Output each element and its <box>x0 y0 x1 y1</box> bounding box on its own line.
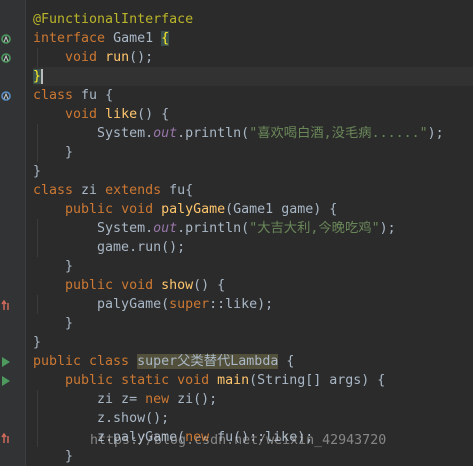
code-token: public void <box>65 278 162 293</box>
code-token: public static void <box>65 373 218 388</box>
code-line[interactable]: class zi extends fu{ <box>33 181 473 200</box>
code-line[interactable]: } <box>33 447 473 466</box>
code-token: interface <box>33 31 114 46</box>
code-token: } <box>33 335 42 350</box>
code-token: z.palyGame( <box>33 430 186 445</box>
code-token: System. <box>33 126 154 141</box>
code-line[interactable]: palyGame(super::like); <box>33 295 473 314</box>
code-token: @FunctionalInterface <box>33 12 194 27</box>
code-token: class <box>33 183 82 198</box>
code-token: } <box>33 69 42 84</box>
code-token: zi(); <box>177 392 218 407</box>
implemented-method-icon[interactable] <box>1 52 11 63</box>
text-caret <box>41 68 44 84</box>
code-line[interactable]: void like() { <box>33 105 473 124</box>
code-token: extends <box>105 183 170 198</box>
code-token: class <box>33 88 82 103</box>
code-token: { <box>161 31 170 46</box>
code-token: game.run(); <box>33 240 186 255</box>
code-token: palyGame( <box>33 297 170 312</box>
code-area[interactable]: @FunctionalInterface interface Game1 { vo… <box>33 10 473 466</box>
code-line[interactable]: } <box>33 257 473 276</box>
code-line[interactable]: @FunctionalInterface <box>33 10 473 29</box>
code-token: } <box>33 449 74 464</box>
code-token: (Game1 game) { <box>225 202 338 217</box>
code-token: fu()::like); <box>217 430 314 445</box>
recursive-call-icon[interactable] <box>1 299 11 310</box>
run-class-icon[interactable] <box>1 356 11 367</box>
code-line[interactable]: public static void main(String[] args) { <box>33 371 473 390</box>
code-token: ); <box>379 221 396 236</box>
code-token: new <box>185 430 218 445</box>
code-line[interactable]: class fu { <box>33 86 473 105</box>
code-token: super父类替代Lambda <box>137 354 279 369</box>
code-token: "大吉大利,今晚吃鸡" <box>249 221 380 236</box>
code-token: z.show(); <box>33 411 170 426</box>
code-line[interactable]: System.out.println("喜欢喝白酒,没毛病......"); <box>33 124 473 143</box>
code-token: run <box>105 50 130 65</box>
run-main-icon[interactable] <box>1 375 11 386</box>
code-token: show <box>161 278 194 293</box>
code-token: zi z= <box>33 392 146 407</box>
code-line[interactable]: game.run(); <box>33 238 473 257</box>
code-line[interactable]: System.out.println("大吉大利,今晚吃鸡"); <box>33 219 473 238</box>
code-token: ); <box>427 126 444 141</box>
code-line[interactable]: public class super父类替代Lambda { <box>33 352 473 371</box>
code-token: } <box>33 259 74 274</box>
code-token: { <box>278 354 295 369</box>
recursive-call-icon[interactable] <box>1 432 11 443</box>
code-token: super <box>169 297 210 312</box>
code-token: ::like); <box>209 297 274 312</box>
editor-gutter[interactable] <box>0 0 25 466</box>
overridden-class-icon[interactable] <box>1 90 11 101</box>
code-token: () { <box>137 107 170 122</box>
code-line[interactable]: } <box>33 333 473 352</box>
code-token: .println( <box>177 126 250 141</box>
code-line[interactable]: z.show(); <box>33 409 473 428</box>
code-token: System. <box>33 221 154 236</box>
code-line[interactable]: public void show() { <box>33 276 473 295</box>
code-token: .println( <box>177 221 250 236</box>
code-token: () { <box>193 278 226 293</box>
code-token: out <box>153 221 178 236</box>
code-token: out <box>153 126 178 141</box>
code-editor[interactable]: @FunctionalInterface interface Game1 { vo… <box>0 0 473 466</box>
code-token: zi <box>81 183 106 198</box>
code-token: void <box>65 50 106 65</box>
code-token: void <box>65 107 106 122</box>
code-token: (String[] args) { <box>249 373 386 388</box>
code-line[interactable]: } <box>33 162 473 181</box>
gutter-divider <box>25 0 26 466</box>
code-token: main <box>217 373 250 388</box>
code-line[interactable]: zi z= new zi(); <box>33 390 473 409</box>
code-line[interactable]: interface Game1 { <box>33 29 473 48</box>
code-token: palyGame <box>161 202 226 217</box>
code-line[interactable]: } <box>33 67 473 86</box>
code-line[interactable]: z.palyGame(new fu()::like); <box>33 428 473 447</box>
implemented-interface-icon[interactable] <box>1 33 11 44</box>
code-line[interactable]: } <box>33 143 473 162</box>
code-token: (); <box>129 50 154 65</box>
code-token: public class <box>33 354 138 369</box>
code-line[interactable]: } <box>33 314 473 333</box>
code-token: } <box>33 316 74 331</box>
code-token: "喜欢喝白酒,没毛病......" <box>249 126 428 141</box>
code-token: public void <box>65 202 162 217</box>
code-token: new <box>145 392 178 407</box>
code-token: Game1 <box>113 31 162 46</box>
code-line[interactable]: void run(); <box>33 48 473 67</box>
code-token: } <box>33 164 42 179</box>
code-token: fu{ <box>169 183 194 198</box>
code-token: like <box>105 107 138 122</box>
code-token: } <box>33 145 74 160</box>
code-token: fu { <box>81 88 114 103</box>
code-line[interactable]: public void palyGame(Game1 game) { <box>33 200 473 219</box>
